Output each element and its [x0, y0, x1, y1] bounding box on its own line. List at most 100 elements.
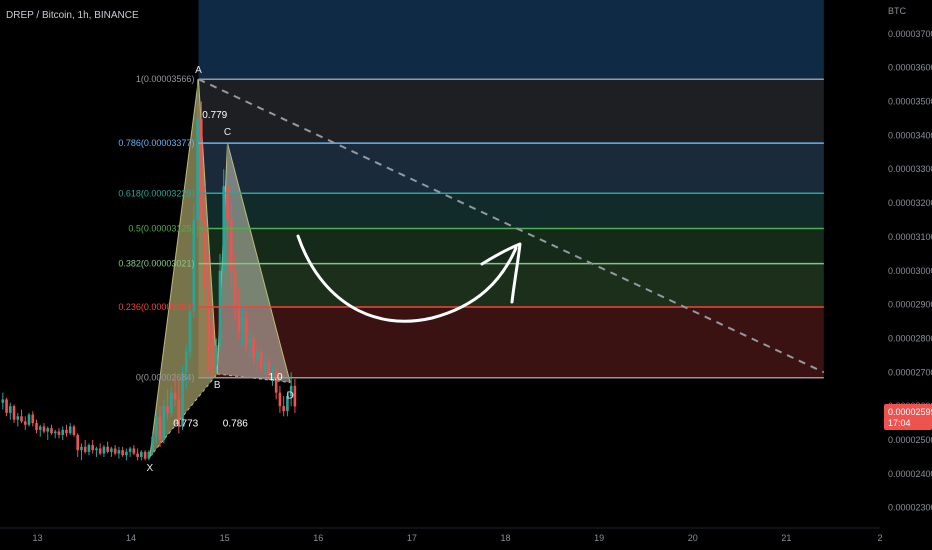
price-chart[interactable]: 1(0.00003566) 0.786(0.00003377) 0.618(0.00…: [0, 0, 932, 550]
y-tick-7: 0.00003000: [888, 266, 932, 276]
x-tick-4: 17: [407, 533, 417, 543]
x-tick-3: 16: [313, 533, 323, 543]
y-tick-2: 0.00002500: [888, 435, 932, 445]
fib-label-0.5: 0.5(0.00003125): [128, 223, 194, 233]
pattern-point-A: A: [195, 65, 202, 76]
candle-body-24: [91, 445, 94, 451]
candle-body-12: [46, 428, 50, 432]
candle-body-74: [278, 392, 282, 407]
candle-body-43: [162, 406, 166, 440]
candle-body-36: [136, 453, 139, 457]
y-tick-14: 0.00003700: [888, 29, 932, 39]
fib-fill-layer: [198, 0, 824, 378]
candle-body-69: [259, 352, 263, 369]
y-tick-8: 0.00003100: [888, 232, 932, 242]
fib-zone-fill-0: [198, 79, 824, 144]
candle-body-13: [50, 428, 53, 434]
candle-body-26: [98, 448, 102, 454]
candle-body-10: [38, 426, 42, 430]
y-tick-4: 0.00002700: [888, 367, 932, 377]
y-tick-11: 0.00003400: [888, 130, 932, 140]
candle-body-21: [80, 446, 83, 451]
candle-body-29: [110, 448, 113, 452]
candle-body-39: [147, 451, 151, 459]
candle-body-2: [8, 406, 12, 413]
candle-body-34: [128, 448, 132, 452]
chart-title: DREP / Bitcoin, 1h, BINANCE: [6, 10, 139, 21]
candle-body-63: [237, 304, 241, 332]
harmonic-ratio-1: 0.773: [173, 418, 198, 429]
candle-body-6: [23, 421, 27, 425]
candle-body-1: [5, 399, 8, 413]
pattern-point-C: C: [224, 127, 231, 138]
y-tick-10: 0.00003300: [888, 164, 932, 174]
candle-body-55: [207, 287, 211, 352]
fib-label-0.382: 0.382(0.00003021): [118, 259, 194, 269]
candle-body-11: [42, 426, 46, 432]
candle-body-78: [293, 385, 297, 407]
candle-body-18: [68, 426, 72, 434]
candle-body-15: [57, 431, 61, 435]
y-tick-9: 0.00003200: [888, 198, 932, 208]
candle-body-66: [248, 338, 252, 346]
candle-body-3: [12, 406, 16, 420]
candle-body-22: [83, 446, 87, 452]
candle-body-58: [218, 270, 222, 346]
pattern-point-D: D: [287, 390, 294, 401]
axis-currency-label: BTC: [888, 6, 907, 16]
candle-body-65: [244, 318, 248, 346]
candle-body-49: [184, 352, 188, 373]
fib-label-1: 1(0.00003566): [136, 74, 195, 84]
candle-body-5: [20, 416, 23, 422]
candle-body-8: [31, 414, 35, 424]
fib-label-0.236: 0.236(0.00002893): [118, 302, 194, 312]
candle-body-62: [233, 270, 237, 305]
y-tick-0: 0.00002300: [888, 503, 932, 513]
x-tick-8: 21: [781, 533, 791, 543]
candle-body-16: [61, 429, 65, 435]
x-tick-5: 18: [501, 533, 511, 543]
x-tick-7: 20: [688, 533, 698, 543]
harmonic-ratio-3: 1.0: [269, 372, 283, 383]
candle-body-52: [196, 118, 199, 220]
fib-label-0: 0(0.00002684): [136, 373, 195, 383]
candle-body-68: [256, 352, 259, 359]
candle-body-32: [121, 450, 124, 456]
countdown-timer: 17:04: [888, 418, 911, 428]
candle-body-14: [53, 431, 57, 434]
candle-body-31: [117, 450, 121, 454]
candle-body-56: [211, 352, 214, 366]
candle-body-35: [132, 448, 136, 454]
candle-body-41: [155, 416, 158, 437]
candle-body-75: [282, 406, 285, 412]
fib-zone-fill-5: [198, 306, 824, 378]
x-tick-2: 15: [220, 533, 230, 543]
last-price-value: 0.00002599: [888, 407, 932, 417]
candle-body-19: [72, 426, 76, 435]
candle-body-0: [1, 399, 5, 403]
fib-label-0.786: 0.786(0.00003377): [118, 138, 194, 148]
candle-body-9: [35, 423, 38, 430]
candle-body-70: [263, 362, 267, 369]
candle-body-40: [151, 436, 154, 452]
fib-zone-fill-2: [198, 193, 824, 229]
candle-body-28: [106, 446, 109, 452]
candle-body-27: [102, 446, 106, 454]
candle-body-23: [87, 445, 91, 452]
candle-body-50: [188, 311, 192, 352]
pattern-point-X: X: [146, 463, 153, 474]
y-tick-1: 0.00002400: [888, 469, 932, 479]
candle-body-60: [226, 186, 229, 220]
last-price-badge: 0.00002599 17:04: [884, 404, 932, 430]
fib-zone-fill-1: [198, 143, 824, 194]
fib-upper-box: [198, 0, 824, 80]
y-tick-13: 0.00003600: [888, 63, 932, 73]
candle-body-17: [65, 429, 68, 434]
fib-label-0.618: 0.618(0.00003229): [118, 188, 194, 198]
candle-body-46: [173, 392, 177, 400]
candle-body-44: [166, 406, 169, 413]
candle-body-4: [16, 416, 20, 420]
candle-body-20: [76, 434, 80, 451]
candle-body-7: [27, 414, 31, 425]
candle-body-64: [241, 318, 244, 332]
